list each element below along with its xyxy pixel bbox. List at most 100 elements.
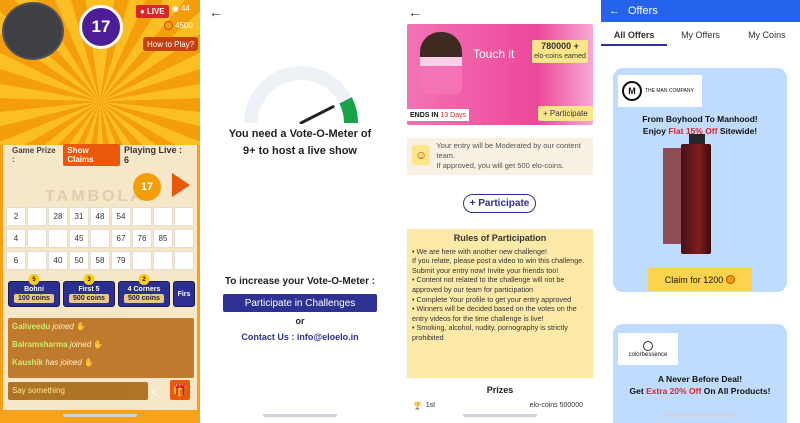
brand-name: THE MAN COMPANY (645, 88, 694, 94)
discount-value: Extra 20% Off (646, 386, 702, 396)
rule-item: • Winners will be decided based on the v… (412, 304, 577, 323)
ticket-cell[interactable]: 79 (111, 251, 131, 270)
ticket-cell[interactable]: 4 (6, 229, 26, 248)
ticket-cell[interactable] (174, 229, 194, 248)
back-arrow-icon[interactable]: ← (209, 4, 223, 20)
chat-message: Balramsharma joined ✋ (12, 340, 190, 349)
brand-logo: M THE MAN COMPANY (618, 75, 702, 107)
claim-name: First 5 (78, 285, 100, 293)
home-indicator (663, 414, 738, 417)
rule-item: • We are here with another new challenge… (412, 246, 548, 256)
rule-item: • Complete Your profile to get your entr… (412, 294, 572, 304)
ticket-cell[interactable]: 31 (69, 207, 89, 226)
ticket-cell[interactable] (27, 229, 47, 248)
tab-my-coins[interactable]: My Coins (734, 26, 800, 46)
how-to-play-button[interactable]: How to Play? (143, 37, 199, 51)
chat-message: Kaushik has joined ✋ (12, 358, 190, 367)
coins-earned-label: elo-coins earned (534, 53, 586, 60)
participate-button[interactable]: + Participate (463, 194, 536, 213)
claim-first-5-button[interactable]: 3 First 5 500 coins (63, 274, 115, 307)
chat-message: Galiveedu joined ✋ (12, 322, 190, 331)
live-badge: ● LIVE (136, 5, 169, 18)
coin-balance-value: 4500 (175, 21, 193, 30)
ticket-cell[interactable]: 45 (69, 229, 89, 248)
prize-rank: 1st (425, 402, 436, 409)
game-prize-label: Game Prize : (12, 145, 56, 164)
ticket-cell[interactable]: 67 (111, 229, 131, 248)
ticket-cell[interactable]: 54 (111, 207, 131, 226)
rule-item: • Smoking, alcohol, nudity, pornography … (412, 323, 568, 342)
ticket-cell[interactable] (174, 251, 194, 270)
ticket-cell[interactable]: 76 (132, 229, 152, 248)
ticket-cell[interactable] (48, 229, 68, 248)
coins-earned-badge: 780000 + elo-coins earned (532, 40, 588, 63)
wave-icon: ✋ (84, 358, 95, 367)
claim-coins: 100 coins (14, 293, 54, 303)
offer-card-man-company[interactable]: M THE MAN COMPANY From Boyhood To Manhoo… (613, 68, 787, 292)
rule-item: • Content not related to the challenge w… (412, 275, 565, 294)
discount-suffix: Sitewide! (717, 126, 758, 136)
ticket-cell[interactable] (174, 207, 194, 226)
claim-count-badge: 5 (28, 274, 40, 285)
gauge-needle (299, 105, 335, 124)
ticket-cell[interactable] (153, 251, 173, 270)
participate-small-button[interactable]: + Participate (538, 106, 593, 121)
live-dot-icon: ● (140, 7, 145, 16)
ticket-row: 6 40 50 58 79 (6, 251, 196, 270)
ticket-cell[interactable]: 28 (48, 207, 68, 226)
offers-tabs: All Offers My Offers My Coins (601, 26, 800, 46)
offer-card-colorbessence[interactable]: colorbessence A Never Before Deal! Get E… (613, 324, 787, 423)
chat-user: Kaushik (12, 358, 44, 367)
back-arrow-icon[interactable]: ← (408, 4, 422, 20)
claim-offer-button[interactable]: Claim for 1200 (648, 268, 752, 291)
ticket-cell[interactable]: 58 (90, 251, 110, 270)
claim-count-badge: 2 (138, 274, 150, 285)
home-indicator (63, 414, 137, 417)
tab-all-offers[interactable]: All Offers (601, 26, 668, 46)
chat-action: joined (69, 340, 92, 349)
ticket-cell[interactable]: 50 (69, 251, 89, 270)
ticket-cell[interactable] (153, 207, 173, 226)
gift-icon[interactable]: 🎁 (170, 380, 190, 400)
claim-4-corners-button[interactable]: 2 4 Corners 500 coins (118, 274, 170, 307)
show-claims-button[interactable]: Show Claims (63, 143, 120, 166)
live-label: LIVE (146, 7, 165, 16)
ticket-cell[interactable]: 48 (90, 207, 110, 226)
ticket-cell[interactable]: 40 (48, 251, 68, 270)
ticket-cell[interactable] (132, 207, 152, 226)
coin-balance: 4500 (164, 21, 193, 30)
claim-partial-button[interactable]: Firs (173, 281, 195, 307)
coin-icon (726, 275, 736, 284)
ticket-cell[interactable]: 2 (6, 207, 26, 226)
vote-text-line-1: You need a Vote-O-Meter of (228, 128, 372, 140)
ticket-cell[interactable] (27, 251, 47, 270)
ticket-cell[interactable] (27, 207, 47, 226)
claim-name: Firs (177, 290, 191, 298)
discount-prefix: Enjoy (642, 126, 669, 136)
share-icon[interactable]: < (151, 385, 158, 399)
playing-live-count: Playing Live : 6 (123, 144, 183, 165)
tab-my-offers[interactable]: My Offers (667, 26, 733, 46)
ends-in-value: 13 Days (440, 111, 467, 119)
participate-in-challenges-button[interactable]: Participate in Challenges (223, 294, 377, 312)
offer-discount-line: Get Extra 20% Off On All Products! (613, 386, 787, 397)
gauge-fill (339, 97, 358, 124)
contact-us-link[interactable]: Contact Us : info@eloelo.in (202, 332, 398, 342)
ticket-cell[interactable]: 6 (6, 251, 26, 270)
next-arrow-icon[interactable] (172, 173, 190, 197)
trophy-icon: 🏆 (413, 403, 422, 410)
host-avatar[interactable] (2, 2, 64, 60)
claim-bohni-button[interactable]: 5 Bohni 100 coins (8, 274, 60, 307)
challenge-banner: Touch it 780000 + elo-coins earned ENDS … (407, 24, 593, 125)
ticket-cell[interactable] (132, 251, 152, 270)
brand-name: colorbessence (628, 352, 668, 358)
ticket-cell[interactable] (90, 229, 110, 248)
chat-input[interactable]: Say something (8, 382, 148, 400)
vote-requirement-text: You need a Vote-O-Meter of 9+ to host a … (202, 126, 398, 160)
prize-value: elo-coins 500000 (529, 402, 583, 409)
back-arrow-icon[interactable]: ← (609, 5, 620, 17)
ticket-cell[interactable]: 85 (153, 229, 173, 248)
challenge-photo (420, 32, 462, 94)
home-indicator (263, 414, 337, 417)
product-bottle-image (681, 144, 711, 254)
